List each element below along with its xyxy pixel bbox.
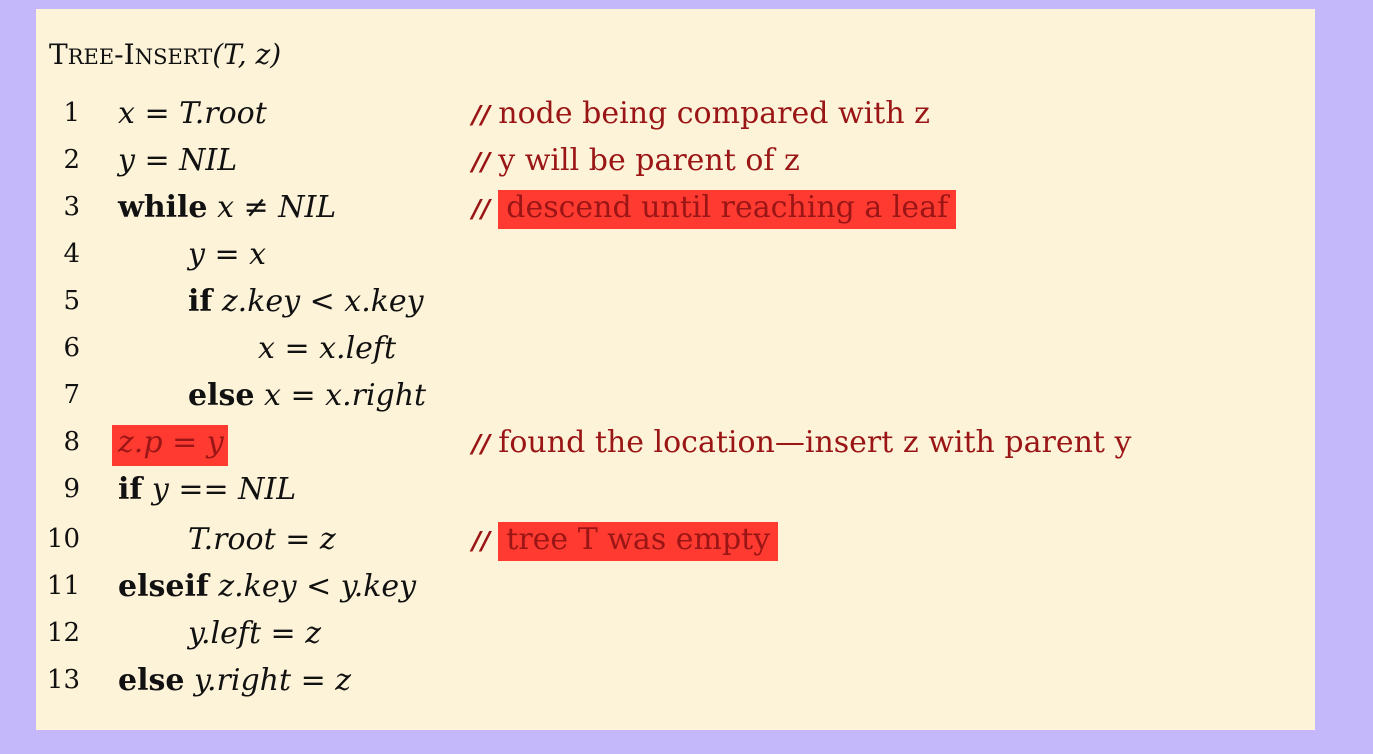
line-number: 2 [63,145,80,175]
line-number: 10 [46,524,80,554]
comment-marker: // [472,147,491,176]
keyword: if [188,284,213,319]
line-number: 8 [63,427,80,457]
code-statement: else y.right = z [118,657,351,704]
line-number: 11 [46,571,80,601]
highlighted-statement: z.p = y [112,425,228,466]
keyword: if [118,472,143,507]
title-part: - [114,38,124,71]
title-part: REE [67,45,115,69]
expression: z.key < y.key [218,569,417,604]
title-part: T [49,38,68,71]
comment-text: y will be parent of z [498,143,800,178]
code-statement: T.root = z [188,522,336,557]
line-number: 5 [63,286,80,316]
expression: y == NIL [151,472,297,507]
procedure-title: TREE-INSERT(T, z) [49,35,281,77]
comment-text: node being compared with z [498,96,930,131]
keyword: else [118,663,185,698]
code-statement: y = NIL [118,143,238,178]
comment-marker: // [472,429,491,458]
code-comment: //tree T was empty [472,516,779,564]
code-statement: y = x [188,237,267,272]
title-part: I [123,38,135,71]
line-number: 6 [63,333,80,363]
keyword: while [118,190,208,225]
expression: x = x.right [264,378,427,413]
code-comment: //descend until reaching a leaf [472,184,957,232]
code-statement: if z.key < x.key [188,278,424,325]
expression: x ≠ NIL [217,190,337,225]
line-number: 12 [46,618,80,648]
comment-marker: // [472,194,491,223]
pseudocode-panel: TREE-INSERT(T, z) 1 x = T.root //node be… [36,9,1315,730]
title-part: NSERT [134,45,213,69]
code-statement: z.p = y [112,419,228,466]
comment-marker: // [472,100,491,129]
comment-text: found the location—insert z with parent … [498,425,1132,460]
highlighted-comment: descend until reaching a leaf [498,190,957,229]
line-number: 3 [63,192,80,222]
code-statement: x = T.root [118,96,267,131]
expression: z.key < x.key [221,284,424,319]
code-statement: while x ≠ NIL [118,184,336,231]
keyword: elseif [118,569,209,604]
code-comment: //y will be parent of z [472,137,800,185]
code-statement: else x = x.right [188,372,426,419]
code-statement: x = x.left [258,331,397,366]
code-statement: y.left = z [188,616,322,651]
line-number: 4 [63,239,80,269]
line-number: 9 [63,474,80,504]
keyword: else [188,378,255,413]
comment-marker: // [472,526,491,555]
code-statement: elseif z.key < y.key [118,563,416,610]
title-params: (T, z) [212,38,282,71]
expression: y.right = z [194,663,352,698]
line-number: 7 [63,380,80,410]
line-number: 1 [63,98,80,128]
code-comment: //found the location—insert z with paren… [472,419,1131,467]
highlighted-comment: tree T was empty [498,522,779,561]
line-number: 13 [46,665,80,695]
code-comment: //node being compared with z [472,90,930,138]
code-statement: if y == NIL [118,466,296,513]
